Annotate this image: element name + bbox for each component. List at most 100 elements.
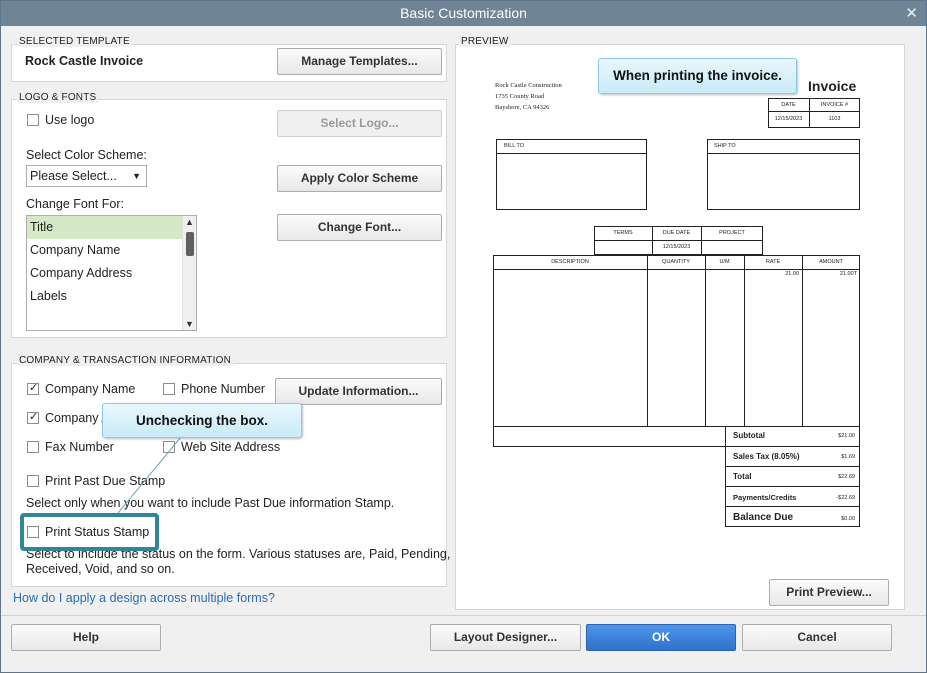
color-scheme-value: Please Select... [30, 169, 117, 183]
update-information-button[interactable]: Update Information... [275, 378, 442, 405]
subtotal-label: Subtotal [733, 431, 765, 440]
items-col-divider [705, 255, 706, 426]
due-date-label: DUE DATE [662, 230, 691, 236]
company-address-checkbox[interactable]: Company A [27, 410, 110, 425]
scroll-down-icon[interactable]: ▼ [185, 319, 194, 329]
invoice-no-label: INVOICE # [820, 102, 849, 108]
apply-color-scheme-button[interactable]: Apply Color Scheme [277, 165, 442, 192]
past-due-stamp-label: Print Past Due Stamp [45, 474, 166, 488]
rate-value: 21.00 [785, 271, 799, 277]
logo-fonts-heading: LOGO & FONTS [17, 92, 99, 103]
change-font-label: Change Font For: [26, 197, 124, 211]
company-line: 1735 County Road [495, 93, 545, 100]
bill-to-label: BILL TO [504, 143, 525, 149]
company-line: Bayshore, CA 94326 [495, 104, 550, 111]
select-logo-button[interactable]: Select Logo... [277, 110, 442, 137]
past-due-stamp-box[interactable] [27, 475, 39, 487]
items-col-divider [647, 255, 648, 426]
company-name-box[interactable] [27, 381, 39, 395]
dialog-title: Basic Customization [400, 5, 527, 21]
items-col-divider [744, 255, 745, 426]
selected-template-heading: SELECTED TEMPLATE [17, 36, 132, 47]
website-checkbox[interactable]: Web Site Address [163, 440, 280, 454]
company-address-block: Rock Castle Construction 1735 County Roa… [495, 80, 562, 113]
ok-button[interactable]: OK [586, 624, 736, 651]
scroll-up-icon[interactable]: ▲ [185, 217, 194, 227]
items-col-divider [802, 255, 803, 426]
project-label: PROJECT [719, 230, 745, 236]
bill-to-box [496, 139, 647, 210]
list-scrollbar[interactable]: ▲ ▼ [182, 216, 196, 330]
terms-label: TERMS [613, 230, 633, 236]
title-bar: Basic Customization ✕ [1, 1, 926, 26]
amount-value: 21.00T [839, 271, 857, 277]
close-icon[interactable]: ✕ [905, 1, 918, 26]
list-item[interactable]: Company Address [27, 262, 196, 285]
template-name: Rock Castle Invoice [25, 54, 144, 68]
totals-divider [725, 446, 860, 447]
company-line: Rock Castle Construction [495, 82, 562, 89]
col-amount: AMOUNT [819, 259, 843, 265]
sales-tax-label: Sales Tax (8.05%) [733, 452, 800, 461]
list-item[interactable]: Labels [27, 285, 196, 308]
help-button[interactable]: Help [11, 624, 161, 651]
terms-divider [594, 240, 763, 241]
phone-number-checkbox[interactable]: Phone Number [163, 382, 265, 396]
subtotal-value: $21.00 [838, 433, 855, 439]
total-label: Total [733, 472, 752, 481]
totals-divider [725, 486, 860, 487]
print-preview-button[interactable]: Print Preview... [769, 579, 889, 606]
list-item[interactable]: Company Name [27, 239, 196, 262]
col-rate: RATE [765, 259, 781, 265]
col-quantity: QUANTITY [662, 259, 690, 265]
balance-due-value: $0.00 [841, 516, 855, 522]
company-address-label: Company A [45, 411, 110, 425]
color-scheme-label: Select Color Scheme: [26, 148, 147, 162]
color-scheme-dropdown[interactable]: Please Select... ▼ [26, 165, 147, 187]
preview-heading: PREVIEW [459, 36, 511, 47]
phone-number-box[interactable] [163, 383, 175, 395]
total-value: $22.69 [838, 474, 855, 480]
status-help-line-2: Received, Void, and so on. [26, 562, 175, 576]
company-info-heading: COMPANY & TRANSACTION INFORMATION [17, 355, 233, 366]
website-box[interactable] [163, 441, 175, 453]
items-table [493, 255, 860, 447]
col-description: DESCRIPTION [551, 259, 589, 265]
fax-number-label: Fax Number [45, 440, 114, 454]
manage-templates-button[interactable]: Manage Templates... [277, 48, 442, 75]
ship-to-divider [707, 153, 860, 154]
list-item[interactable]: Title [27, 216, 182, 239]
use-logo-checkbox[interactable]: Use logo [27, 113, 94, 127]
invoice-no-value: 1103 [828, 116, 841, 122]
basic-customization-dialog: Basic Customization ✕ SELECTED TEMPLATE … [0, 0, 927, 673]
fax-number-checkbox[interactable]: Fax Number [27, 440, 114, 454]
bill-to-divider [496, 153, 647, 154]
change-font-button[interactable]: Change Font... [277, 214, 442, 241]
items-header-divider [493, 269, 860, 270]
chevron-down-icon: ▼ [132, 171, 141, 181]
invoice-title: Invoice [808, 78, 857, 94]
ship-to-box [707, 139, 860, 210]
totals-divider [725, 466, 860, 467]
scroll-thumb[interactable] [186, 232, 194, 256]
callout-printing: When printing the invoice. [598, 58, 797, 94]
website-label: Web Site Address [181, 440, 281, 454]
company-name-checkbox[interactable]: Company Name [27, 381, 136, 396]
callout-unchecking: Unchecking the box. [102, 403, 302, 438]
layout-designer-button[interactable]: Layout Designer... [430, 624, 581, 651]
status-stamp-highlight [20, 513, 159, 551]
font-element-list[interactable]: Title Company Name Company Address Label… [26, 215, 197, 331]
company-name-label: Company Name [45, 382, 136, 396]
sales-tax-value: $1.69 [841, 454, 855, 460]
past-due-help-text: Select only when you want to include Pas… [26, 496, 395, 510]
use-logo-label: Use logo [45, 113, 95, 127]
date-label: DATE [781, 102, 796, 108]
cancel-button[interactable]: Cancel [742, 624, 892, 651]
use-logo-box[interactable] [27, 114, 39, 126]
footer-divider [1, 615, 926, 616]
company-address-box[interactable] [27, 410, 39, 424]
help-link[interactable]: How do I apply a design across multiple … [13, 591, 275, 605]
payments-label: Payments/Credits [733, 493, 797, 502]
past-due-stamp-checkbox[interactable]: Print Past Due Stamp [27, 474, 165, 488]
fax-number-box[interactable] [27, 441, 39, 453]
